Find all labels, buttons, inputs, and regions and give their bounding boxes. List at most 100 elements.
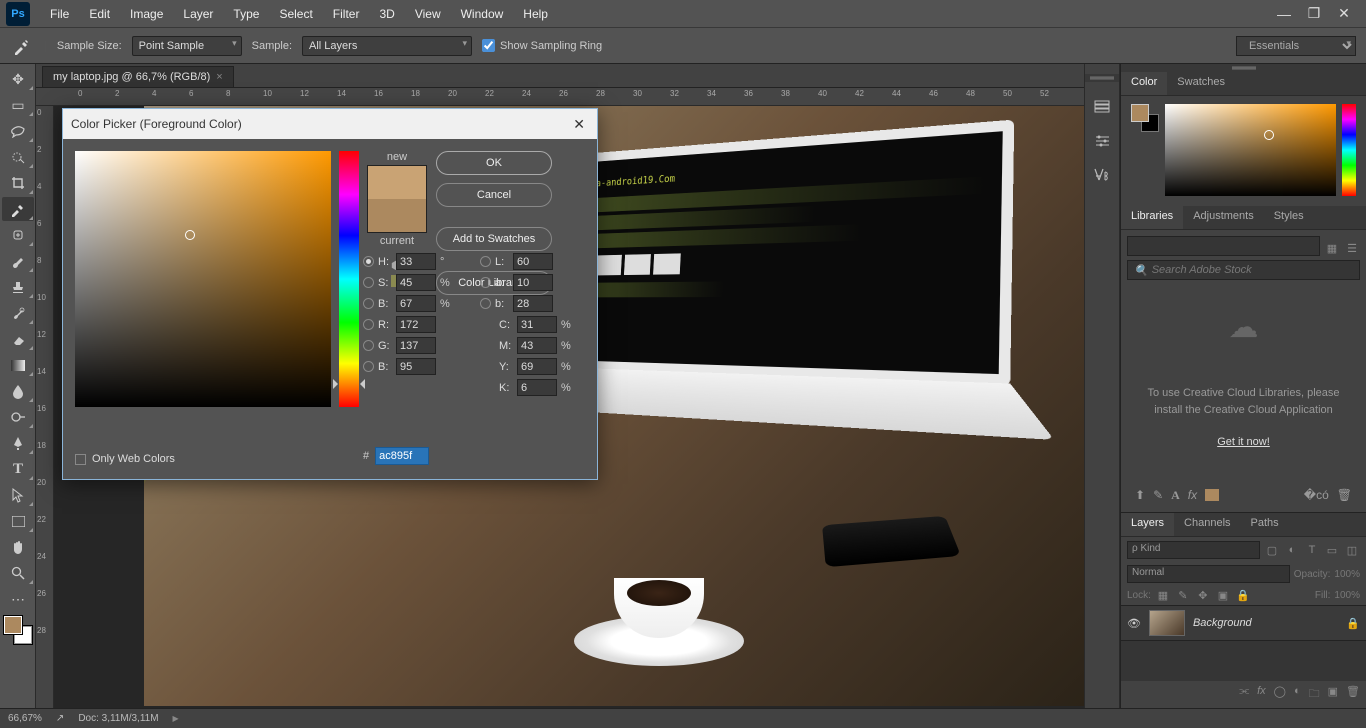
color-field[interactable] (1165, 104, 1336, 196)
lock-icon[interactable]: 🔒 (1346, 617, 1360, 630)
crop-tool[interactable] (2, 171, 34, 195)
radio-h[interactable] (363, 256, 374, 267)
delete-layer-icon[interactable]: 🗑 (1346, 685, 1360, 704)
menu-type[interactable]: Type (223, 3, 269, 25)
field-h[interactable] (396, 253, 436, 270)
tab-styles[interactable]: Styles (1264, 206, 1314, 229)
zoom-tool[interactable] (2, 561, 34, 585)
hue-slider[interactable] (339, 151, 359, 407)
blend-mode-select[interactable]: Normal (1127, 565, 1290, 583)
dodge-tool[interactable] (2, 405, 34, 429)
hand-tool[interactable] (2, 535, 34, 559)
link-icon[interactable]: �có (1304, 488, 1329, 502)
visibility-icon[interactable]: 👁 (1127, 617, 1141, 630)
tab-paths[interactable]: Paths (1241, 513, 1289, 536)
upload-icon[interactable]: ⬆ (1135, 488, 1145, 502)
swatch-icon[interactable] (1205, 489, 1219, 501)
new-color-swatch[interactable] (368, 166, 426, 199)
field-a[interactable] (513, 274, 553, 291)
lock-pos-icon[interactable]: ✥ (1195, 587, 1211, 603)
menu-file[interactable]: File (40, 3, 79, 25)
new-layer-icon[interactable]: ▣ (1328, 685, 1338, 704)
menu-select[interactable]: Select (269, 3, 322, 25)
field-s[interactable] (396, 274, 436, 291)
shape-tool[interactable] (2, 509, 34, 533)
field-r[interactable] (396, 316, 436, 333)
field-l[interactable] (513, 253, 553, 270)
fill-value[interactable]: 100% (1334, 590, 1360, 601)
brush-tool[interactable] (2, 249, 34, 273)
trash-icon[interactable]: 🗑 (1337, 488, 1352, 502)
doc-size[interactable]: Doc: 3,11M/3,11M (78, 713, 158, 724)
tab-layers[interactable]: Layers (1121, 513, 1174, 536)
menu-image[interactable]: Image (120, 3, 173, 25)
blur-tool[interactable] (2, 379, 34, 403)
quick-select-tool[interactable] (2, 145, 34, 169)
tab-color[interactable]: Color (1121, 72, 1167, 95)
library-select[interactable] (1127, 236, 1320, 256)
filter-type-icon[interactable]: T (1304, 542, 1320, 558)
hue-strip[interactable] (1342, 104, 1356, 196)
document-tab[interactable]: my laptop.jpg @ 66,7% (RGB/8) × (42, 66, 234, 87)
layer-thumbnail[interactable] (1149, 610, 1185, 636)
filter-shape-icon[interactable]: ▭ (1324, 542, 1340, 558)
menu-filter[interactable]: Filter (323, 3, 370, 25)
history-brush-tool[interactable] (2, 301, 34, 325)
field-bb[interactable] (396, 295, 436, 312)
radio-b3[interactable] (363, 361, 374, 372)
show-sampling-ring-checkbox[interactable]: Show Sampling Ring (482, 39, 602, 52)
lock-paint-icon[interactable]: ✎ (1175, 587, 1191, 603)
layer-fx-icon[interactable]: fx (1257, 685, 1266, 704)
menu-help[interactable]: Help (513, 3, 558, 25)
opacity-value[interactable]: 100% (1334, 569, 1360, 580)
filter-adjust-icon[interactable]: ◐ (1284, 542, 1300, 558)
minimize-button[interactable]: — (1276, 6, 1292, 22)
marquee-tool[interactable]: ▭ (2, 93, 34, 117)
current-color-swatch[interactable] (368, 199, 426, 232)
close-button[interactable]: ✕ (1336, 6, 1352, 22)
lock-all-icon[interactable]: 🔒 (1235, 587, 1251, 603)
menu-view[interactable]: View (405, 3, 451, 25)
color-swatches[interactable] (4, 616, 32, 644)
menu-window[interactable]: Window (451, 3, 514, 25)
history-icon[interactable] (1091, 98, 1113, 116)
tab-channels[interactable]: Channels (1174, 513, 1240, 536)
character-icon[interactable] (1091, 166, 1113, 184)
path-select-tool[interactable] (2, 483, 34, 507)
radio-a[interactable] (480, 277, 491, 288)
foreground-swatch[interactable] (4, 616, 22, 634)
eyedropper-tool[interactable] (2, 197, 34, 221)
lock-trans-icon[interactable]: ▦ (1155, 587, 1171, 603)
sample-select[interactable]: All Layers (302, 36, 472, 56)
filter-smart-icon[interactable]: ◫ (1344, 542, 1360, 558)
radio-l[interactable] (480, 256, 491, 267)
type-tool[interactable]: T (2, 457, 34, 481)
tab-swatches[interactable]: Swatches (1167, 72, 1235, 95)
stamp-tool[interactable] (2, 275, 34, 299)
field-c[interactable] (517, 316, 557, 333)
get-it-now-link[interactable]: Get it now! (1127, 436, 1360, 448)
ok-button[interactable]: OK (436, 151, 552, 175)
properties-icon[interactable] (1091, 132, 1113, 150)
move-tool[interactable]: ✥ (2, 67, 34, 91)
ruler-vertical[interactable]: 0246810121416182022242628 (36, 106, 54, 708)
link-layers-icon[interactable]: ⫘ (1239, 685, 1249, 704)
field-m[interactable] (517, 337, 557, 354)
mini-swatches[interactable] (1131, 104, 1159, 132)
close-tab-icon[interactable]: × (216, 71, 222, 83)
radio-b[interactable] (363, 298, 374, 309)
radio-r[interactable] (363, 319, 374, 330)
radio-s[interactable] (363, 277, 374, 288)
saturation-value-field[interactable] (75, 151, 331, 407)
cancel-button[interactable]: Cancel (436, 183, 552, 207)
menu-edit[interactable]: Edit (79, 3, 120, 25)
dialog-titlebar[interactable]: Color Picker (Foreground Color) ✕ (63, 109, 597, 139)
tab-adjustments[interactable]: Adjustments (1183, 206, 1264, 229)
only-web-colors[interactable]: Only Web Colors (75, 453, 175, 465)
field-b3[interactable] (396, 358, 436, 375)
workspace-select[interactable]: Essentials (1236, 36, 1356, 56)
field-b2[interactable] (513, 295, 553, 312)
sample-size-select[interactable]: Point Sample (132, 36, 242, 56)
layer-filter-kind[interactable]: ρ Kind (1127, 541, 1260, 559)
brush-add-icon[interactable]: ✎ (1153, 488, 1163, 502)
